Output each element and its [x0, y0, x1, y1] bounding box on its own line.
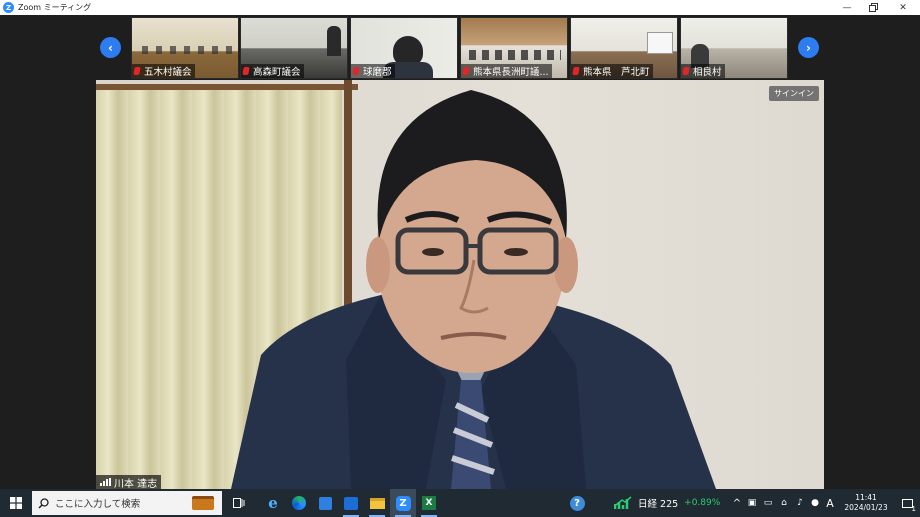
chevron-left-icon: ‹	[108, 40, 113, 55]
ie-app-button[interactable]: e	[260, 489, 286, 517]
zoom-window: Z Zoom ミーティング — ✕ ‹ › 五木村議会 高森町議会 球磨郡 熊本…	[0, 0, 920, 517]
edge-icon	[292, 496, 306, 510]
mic-muted-icon	[352, 67, 360, 75]
excel-app-button[interactable]: X	[416, 489, 442, 517]
stock-chart-icon	[614, 496, 632, 509]
thumbnail-label: 球磨郡	[351, 64, 395, 78]
internet-explorer-icon: e	[268, 494, 278, 512]
meeting-area: ‹ › 五木村議会 高森町議会 球磨郡 熊本県長洲町議... 熊本県 芦北町 相…	[0, 15, 920, 489]
participant-thumbnail[interactable]: 球磨郡	[350, 17, 458, 79]
signin-button[interactable]: サインイン	[769, 86, 819, 101]
ime-indicator[interactable]: A	[822, 497, 838, 510]
battery-icon[interactable]: ▭	[760, 498, 776, 508]
window-title: Zoom ミーティング	[18, 3, 92, 12]
participant-name-badge: 川本 達志	[96, 475, 162, 490]
restore-icon[interactable]	[858, 0, 888, 15]
zoom-icon: Z	[395, 495, 411, 511]
mic-muted-icon	[682, 67, 690, 75]
start-button[interactable]	[0, 489, 32, 517]
task-view-icon	[233, 498, 245, 508]
outlook-app-button[interactable]	[338, 489, 364, 517]
thumbnail-label: 五木村議会	[132, 64, 195, 78]
prev-page-button[interactable]: ‹	[100, 37, 121, 58]
folder-icon	[369, 497, 385, 509]
show-hidden-icons-chevron-up-icon[interactable]: ^	[730, 498, 744, 509]
help-app-button[interactable]: ?	[564, 489, 590, 517]
participant-thumbnail[interactable]: 高森町議会	[240, 17, 348, 79]
stock-label: 日経 225	[638, 499, 679, 510]
dropbox-icon	[318, 496, 332, 510]
search-placeholder: ここに入力して検索	[55, 499, 141, 510]
taskbar-clock[interactable]: 11:41 2024/01/23	[838, 493, 894, 513]
participant-thumbnail[interactable]: 相良村	[680, 17, 788, 79]
briefcase-icon	[192, 496, 214, 510]
speaker-figure	[231, 90, 716, 489]
taskbar: ここに入力して検索 e Z X ? 日経 225 +0.89% ^ ▣ ▭ ⌂ …	[0, 489, 920, 517]
notification-center-button[interactable]: 1	[894, 489, 920, 517]
excel-icon: X	[422, 496, 436, 510]
participant-thumbnail[interactable]: 熊本県長洲町議...	[460, 17, 568, 79]
file-explorer-button[interactable]	[364, 489, 390, 517]
clock-time: 11:41	[855, 493, 877, 502]
thumbnail-label: 相良村	[681, 64, 725, 78]
signal-strength-icon	[100, 478, 111, 486]
main-video[interactable]: サインイン 川本 達志	[96, 80, 824, 489]
mic-muted-icon	[572, 67, 580, 75]
stock-widget[interactable]: 日経 225 +0.89%	[614, 489, 720, 517]
thumbnail-label: 熊本県 芦北町	[571, 64, 653, 78]
clock-date: 2024/01/23	[844, 503, 888, 512]
search-icon	[38, 497, 49, 509]
edge-app-button[interactable]	[286, 489, 312, 517]
meet-now-icon[interactable]: ▣	[744, 498, 760, 508]
title-bar: Z Zoom ミーティング — ✕	[0, 0, 920, 15]
stock-change: +0.89%	[684, 498, 721, 508]
close-icon[interactable]: ✕	[888, 0, 918, 15]
volume-muted-icon[interactable]: ♪	[792, 498, 808, 508]
taskbar-search-box[interactable]: ここに入力して検索	[32, 491, 222, 515]
thumbnail-label: 熊本県長洲町議...	[461, 64, 552, 78]
chevron-right-icon: ›	[806, 40, 811, 55]
outlook-icon	[344, 496, 358, 510]
zoom-app-button[interactable]: Z	[390, 489, 416, 517]
participant-thumbnail[interactable]: 熊本県 芦北町	[570, 17, 678, 79]
notification-count: 1	[911, 505, 916, 513]
network-icon[interactable]: ⌂	[776, 498, 792, 508]
windows-logo-icon	[10, 497, 22, 509]
system-tray: ^ ▣ ▭ ⌂ ♪ ● A 11:41 2024/01/23 1	[730, 489, 920, 517]
mic-muted-icon	[133, 67, 141, 75]
participant-thumbnail[interactable]: 五木村議会	[131, 17, 239, 79]
thumbnail-label: 高森町議会	[241, 64, 304, 78]
dropbox-app-button[interactable]	[312, 489, 338, 517]
mic-muted-icon	[462, 67, 470, 75]
mic-muted-icon	[242, 67, 250, 75]
zoom-logo-icon: Z	[3, 2, 14, 13]
participant-name: 川本 達志	[114, 478, 158, 490]
next-page-button[interactable]: ›	[798, 37, 819, 58]
task-view-button[interactable]	[226, 489, 252, 517]
help-icon: ?	[569, 495, 585, 511]
microphone-icon[interactable]: ●	[808, 498, 822, 508]
